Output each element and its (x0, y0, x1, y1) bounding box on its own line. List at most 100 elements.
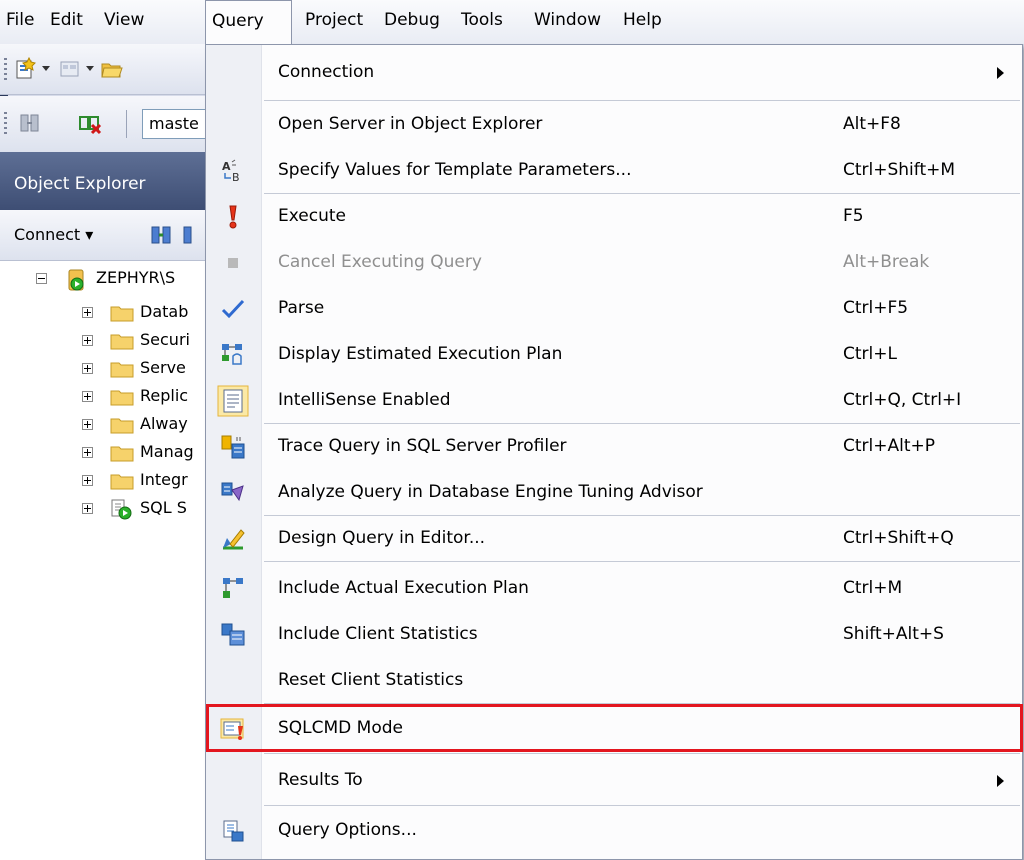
toolbar-separator (126, 110, 127, 138)
menu-item-cancel-executing-query: Cancel Executing Query Alt+Break (206, 239, 1022, 285)
menu-item-label: Trace Query in SQL Server Profiler (278, 436, 567, 456)
checkmark-icon (221, 299, 245, 319)
object-explorer-title: Object Explorer (0, 152, 220, 210)
intellisense-icon (217, 385, 249, 417)
stop-icon (228, 258, 238, 268)
template-parameters-icon: A B (222, 159, 240, 184)
tree-label: Replic (140, 386, 189, 405)
menu-item-analyze-tuning-advisor[interactable]: Analyze Query in Database Engine Tuning … (206, 469, 1022, 515)
menu-window[interactable]: Window (528, 0, 607, 44)
menu-item-shortcut: Ctrl+L (843, 344, 897, 364)
menu-item-include-client-statistics[interactable]: Include Client Statistics Shift+Alt+S (206, 611, 1022, 657)
expand-icon[interactable] (82, 503, 93, 514)
open-folder-icon[interactable] (100, 57, 124, 81)
collapse-icon[interactable] (36, 273, 47, 284)
sqlcmd-highlight-box (206, 704, 1023, 752)
menu-item-connection[interactable]: Connection (206, 49, 1022, 95)
tree-label: ZEPHYR\S (96, 268, 176, 287)
client-statistics-icon (221, 623, 245, 646)
menu-item-label: Open Server in Object Explorer (278, 114, 543, 134)
expand-icon[interactable] (82, 335, 93, 346)
new-query-icon[interactable] (14, 57, 38, 81)
menu-item-include-actual-plan[interactable]: Include Actual Execution Plan Ctrl+M (206, 565, 1022, 611)
menu-item-label: Query Options... (278, 820, 417, 840)
menu-item-label: Include Client Statistics (278, 624, 478, 644)
menu-separator (264, 805, 1020, 806)
disconnect-icon[interactable] (78, 111, 102, 135)
menu-item-intellisense-enabled[interactable]: IntelliSense Enabled Ctrl+Q, Ctrl+I (206, 377, 1022, 423)
menu-item-label: Execute (278, 206, 346, 226)
tree-label: Serve (140, 358, 186, 377)
tree-label: Datab (140, 302, 189, 321)
menu-item-trace-query-profiler[interactable]: Trace Query in SQL Server Profiler Ctrl+… (206, 423, 1022, 469)
menu-item-shortcut: Ctrl+Alt+P (843, 436, 936, 456)
menu-edit[interactable]: Edit (44, 0, 89, 44)
expand-icon[interactable] (82, 475, 93, 486)
svg-text:A: A (222, 160, 231, 173)
connect-server-icon[interactable] (150, 224, 174, 246)
tree-label: Manag (140, 442, 194, 461)
menu-view[interactable]: View (98, 0, 150, 44)
menu-item-design-query[interactable]: Design Query in Editor... Ctrl+Shift+Q (206, 515, 1022, 561)
menu-item-parse[interactable]: Parse Ctrl+F5 (206, 285, 1022, 331)
menu-item-query-options[interactable]: Query Options... (206, 807, 1022, 853)
dropdown-arrow-icon[interactable] (42, 66, 50, 71)
disconnect-server-icon[interactable] (182, 224, 206, 246)
expand-icon[interactable] (82, 307, 93, 318)
menu-item-display-estimated-plan[interactable]: Display Estimated Execution Plan Ctrl+L (206, 331, 1022, 377)
menu-item-open-server[interactable]: Open Server in Object Explorer Alt+F8 (206, 101, 1022, 147)
toolbar-grip[interactable] (4, 58, 7, 80)
tree-label: SQL S (140, 498, 187, 517)
menu-query[interactable]: Query (205, 0, 292, 44)
new-project-icon[interactable] (58, 57, 82, 81)
expand-icon[interactable] (82, 391, 93, 402)
server-running-icon (68, 269, 84, 291)
menu-file[interactable]: File (0, 0, 40, 44)
menu-item-label: Include Actual Execution Plan (278, 578, 529, 598)
profiler-icon (221, 435, 245, 459)
menu-debug[interactable]: Debug (378, 0, 446, 44)
execution-plan-icon (222, 344, 242, 365)
folder-icon (110, 446, 134, 462)
connect-button[interactable]: Connect ▾ (14, 210, 93, 260)
menu-item-label: Reset Client Statistics (278, 670, 464, 690)
tree-label: Alway (140, 414, 188, 433)
toolbar-grip[interactable] (4, 112, 7, 134)
expand-icon[interactable] (82, 363, 93, 374)
folder-icon (110, 334, 134, 350)
menu-separator (264, 753, 1020, 754)
menu-item-shortcut: Ctrl+Shift+Q (843, 528, 954, 548)
submenu-arrow-icon (997, 67, 1004, 79)
query-options-icon (223, 820, 244, 842)
tuning-advisor-icon (221, 482, 244, 502)
menu-item-shortcut: Ctrl+F5 (843, 298, 909, 318)
expand-icon[interactable] (82, 419, 93, 430)
menu-item-shortcut: Ctrl+Q, Ctrl+I (843, 390, 962, 410)
menu-item-shortcut: F5 (843, 206, 864, 226)
menu-item-execute[interactable]: Execute F5 (206, 193, 1022, 239)
menu-item-reset-client-statistics[interactable]: Reset Client Statistics (206, 657, 1022, 703)
menu-item-shortcut: Alt+Break (843, 252, 930, 272)
expand-icon[interactable] (82, 447, 93, 458)
design-query-icon (223, 529, 245, 550)
execute-icon (229, 205, 237, 229)
menu-item-specify-template-values[interactable]: A B Specify Values for Template Paramete… (206, 147, 1022, 193)
folder-icon (110, 418, 134, 434)
menu-help[interactable]: Help (617, 0, 668, 44)
actual-plan-icon (223, 578, 243, 598)
object-explorer-panel: Object Explorer Connect ▾ ZEPHYR\S Datab (0, 152, 221, 860)
dropdown-arrow-icon[interactable] (86, 66, 94, 71)
connect-icon[interactable] (18, 111, 42, 135)
menu-item-label: Connection (278, 62, 375, 82)
standard-toolbar (0, 44, 220, 95)
menu-separator (264, 561, 1020, 562)
menu-item-label: Results To (278, 770, 363, 790)
menu-project[interactable]: Project (299, 0, 369, 44)
svg-text:B: B (232, 171, 240, 184)
menu-item-results-to[interactable]: Results To (206, 757, 1022, 803)
menu-item-shortcut: Ctrl+M (843, 578, 903, 598)
menu-tools[interactable]: Tools (455, 0, 509, 44)
tree-label: Integr (140, 470, 188, 489)
sql-editor-toolbar: maste (0, 96, 232, 153)
menu-item-shortcut: Ctrl+Shift+M (843, 160, 956, 180)
